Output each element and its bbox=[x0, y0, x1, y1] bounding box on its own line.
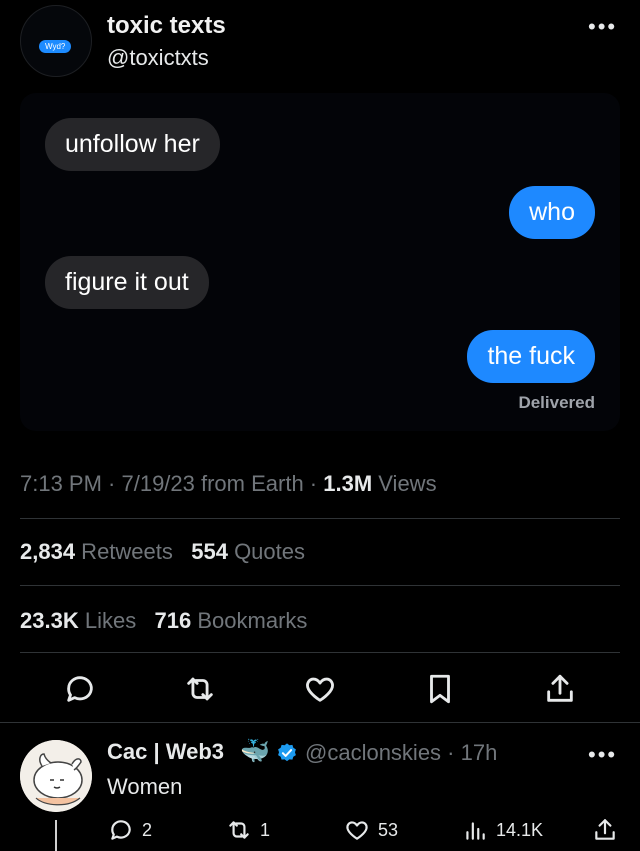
message-bubble-received: figure it out bbox=[45, 256, 209, 309]
retweets-quotes-stats: 2,834 Retweets 554 Quotes bbox=[20, 539, 305, 565]
reply-icon bbox=[111, 820, 131, 840]
share-icon[interactable] bbox=[543, 672, 577, 706]
retweet-icon bbox=[229, 821, 249, 839]
divider bbox=[20, 585, 620, 586]
more-options-icon[interactable]: ••• bbox=[588, 14, 617, 40]
verified-badge-icon bbox=[276, 742, 298, 764]
bookmarks-count: 716 bbox=[154, 608, 192, 633]
bookmarks-stat[interactable]: 716 Bookmarks bbox=[155, 608, 308, 633]
bookmark-icon[interactable] bbox=[423, 672, 457, 706]
likes-count: 23.3K bbox=[20, 608, 79, 633]
reply-more-options-icon[interactable]: ••• bbox=[588, 742, 617, 768]
message-bubble-received: unfollow her bbox=[45, 118, 220, 171]
divider bbox=[20, 652, 620, 653]
message-bubble-sent: the fuck bbox=[467, 330, 595, 383]
like-icon[interactable] bbox=[303, 672, 337, 706]
retweet-icon[interactable] bbox=[183, 672, 217, 706]
views-count[interactable]: 1.3M bbox=[323, 471, 372, 496]
tweet-media-image[interactable]: unfollow her who figure it out the fuck … bbox=[20, 93, 620, 431]
quotes-stat[interactable]: 554 Quotes bbox=[191, 539, 305, 564]
retweets-stat[interactable]: 2,834 Retweets bbox=[20, 539, 173, 564]
quotes-label: Quotes bbox=[227, 539, 305, 564]
reply-retweet-action[interactable]: 1 bbox=[226, 815, 270, 845]
delivered-status: Delivered bbox=[518, 393, 595, 412]
tweet-meta: 7:13 PM · 7/19/23 from Earth · 1.3M View… bbox=[20, 471, 437, 497]
likes-label: Likes bbox=[78, 608, 137, 633]
reply-icon[interactable] bbox=[63, 672, 97, 706]
reply-author-name[interactable]: Cac | Web3 bbox=[107, 739, 224, 765]
avatar-wyd-text: Wyd? bbox=[39, 40, 72, 53]
author-handle[interactable]: @toxictxts bbox=[107, 45, 209, 71]
message-bubble-sent: who bbox=[509, 186, 595, 239]
like-icon bbox=[346, 821, 368, 840]
likes-stat[interactable]: 23.3K Likes bbox=[20, 608, 136, 633]
reply-text: Women bbox=[107, 774, 183, 799]
reply-like-action[interactable]: 53 bbox=[344, 815, 398, 845]
thread-line bbox=[55, 820, 57, 851]
reply-handle-time[interactable]: @caclonskies · 17h bbox=[305, 740, 497, 766]
reply-count: 2 bbox=[142, 819, 153, 840]
reply-views-action[interactable]: 14.1K bbox=[462, 815, 543, 845]
whale-emoji: 🐳 bbox=[240, 738, 270, 765]
bookmarks-label: Bookmarks bbox=[191, 608, 308, 633]
views-icon bbox=[466, 822, 485, 840]
quotes-count: 554 bbox=[191, 539, 228, 564]
author-avatar[interactable]: Wyd? bbox=[20, 5, 92, 77]
retweets-count: 2,834 bbox=[20, 539, 76, 564]
like-count: 53 bbox=[378, 819, 399, 840]
reply-avatar[interactable] bbox=[20, 740, 92, 812]
reply-reply-action[interactable]: 2 bbox=[108, 815, 152, 845]
likes-bookmarks-stats: 23.3K Likes 716 Bookmarks bbox=[20, 608, 307, 634]
divider bbox=[20, 518, 620, 519]
divider bbox=[0, 722, 640, 723]
views-label: Views bbox=[372, 471, 437, 496]
reply-share-action[interactable] bbox=[592, 815, 618, 845]
retweet-count: 1 bbox=[260, 819, 271, 840]
retweets-label: Retweets bbox=[75, 539, 173, 564]
author-name[interactable]: toxic texts bbox=[107, 12, 226, 40]
share-icon bbox=[595, 819, 615, 840]
views-count: 14.1K bbox=[496, 819, 544, 840]
time-date-source: 7:13 PM · 7/19/23 from Earth · bbox=[20, 471, 324, 496]
